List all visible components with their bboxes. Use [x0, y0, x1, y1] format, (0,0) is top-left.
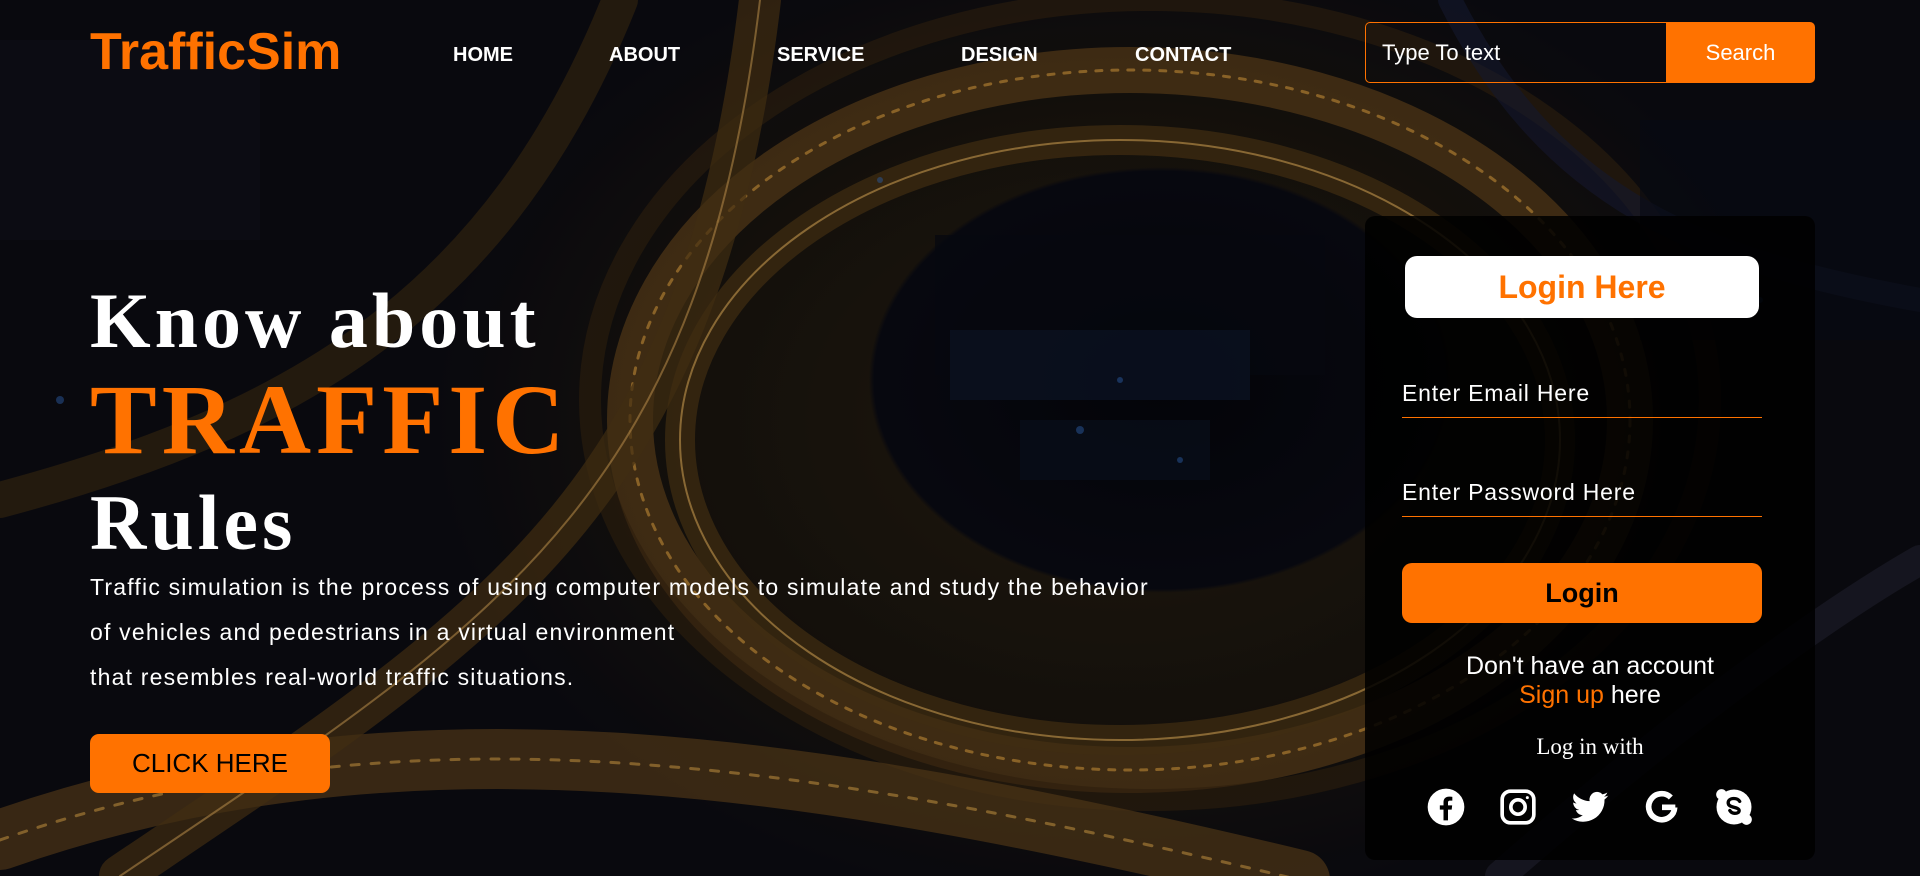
login-button[interactable]: Login	[1402, 563, 1762, 623]
login-panel: Login Here Login Don't have an account S…	[1365, 216, 1815, 860]
hero-heading-line1: Know about	[90, 277, 540, 364]
nav-contact[interactable]: CONTACT	[1135, 44, 1231, 67]
search-input[interactable]	[1365, 22, 1666, 83]
nav-design[interactable]: DESIGN	[961, 44, 1038, 67]
login-title: Login Here	[1405, 256, 1759, 318]
signup-prompt: Don't have an account Sign up here	[1365, 652, 1815, 710]
email-field[interactable]	[1402, 370, 1762, 418]
nav-about[interactable]: ABOUT	[609, 44, 680, 67]
nav-service[interactable]: SERVICE	[777, 44, 864, 67]
site-logo[interactable]: TrafficSim	[90, 22, 341, 82]
hero-heading-line3: Rules	[90, 479, 297, 566]
signup-line: Sign up here	[1365, 681, 1815, 710]
password-field[interactable]	[1402, 469, 1762, 517]
hero-description: Traffic simulation is the process of usi…	[90, 565, 1270, 700]
no-account-text: Don't have an account	[1466, 652, 1714, 680]
search-button[interactable]: Search	[1666, 22, 1815, 83]
login-with-label: Log in with	[1536, 734, 1644, 759]
skype-icon[interactable]	[1713, 786, 1755, 828]
hero-description-line: that resembles real-world traffic situat…	[90, 664, 575, 690]
search-bar: Search	[1365, 22, 1815, 83]
facebook-icon[interactable]	[1425, 786, 1467, 828]
nav-home[interactable]: HOME	[453, 44, 513, 67]
hero-description-line: Traffic simulation is the process of usi…	[90, 574, 1149, 600]
hero-heading-line2: TRAFFIC	[90, 364, 570, 475]
twitter-icon[interactable]	[1569, 786, 1611, 828]
signup-link[interactable]: Sign up	[1519, 681, 1604, 709]
instagram-icon[interactable]	[1497, 786, 1539, 828]
social-login-icons	[1425, 786, 1755, 828]
hero-description-line: of vehicles and pedestrians in a virtual…	[90, 619, 676, 645]
signup-suffix: here	[1603, 681, 1661, 709]
click-here-button[interactable]: CLICK HERE	[90, 734, 330, 793]
google-icon[interactable]	[1641, 786, 1683, 828]
